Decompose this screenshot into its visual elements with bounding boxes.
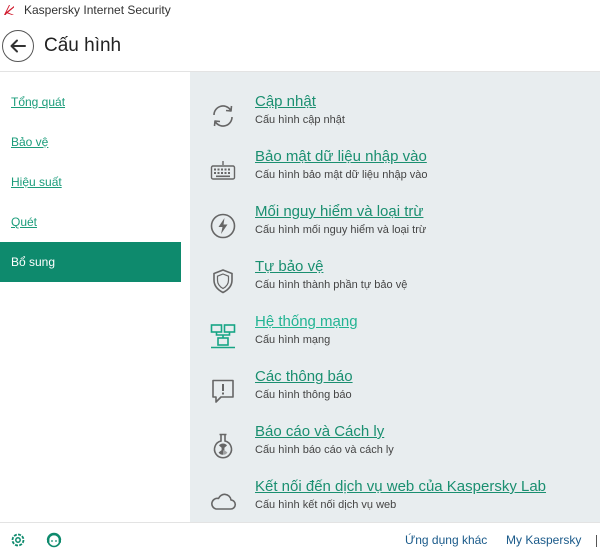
lightning-icon bbox=[210, 213, 236, 239]
footer-divider bbox=[596, 535, 597, 547]
threats-exclusions-description: Cấu hình mối nguy hiểm và loại trừ bbox=[255, 224, 427, 236]
cloud-icon bbox=[211, 493, 237, 510]
reports-quarantine-link[interactable]: Báo cáo và Cách ly bbox=[255, 423, 384, 440]
list-item-update: Cập nhật Cấu hình cập nhật bbox=[190, 90, 600, 140]
sidebar-item-performance[interactable]: Hiệu suất bbox=[0, 162, 181, 202]
my-kaspersky-link[interactable]: My Kaspersky bbox=[506, 533, 581, 547]
network-description: Cấu hình mạng bbox=[255, 334, 331, 346]
back-button[interactable] bbox=[2, 29, 34, 62]
keyboard-icon bbox=[210, 161, 236, 180]
web-services-description: Cấu hình kết nối dịch vụ web bbox=[255, 499, 397, 511]
network-icon bbox=[210, 324, 236, 349]
threats-exclusions-link[interactable]: Mối nguy hiểm và loại trừ bbox=[255, 203, 423, 220]
page-title: Cấu hình bbox=[44, 34, 122, 56]
sidebar-item-protection[interactable]: Bảo vệ bbox=[0, 122, 181, 162]
self-defense-description: Cấu hình thành phần tự bảo vệ bbox=[255, 279, 408, 291]
settings-list: Cập nhật Cấu hình cập nhật Bảo mật dữ li… bbox=[190, 72, 600, 522]
arrow-left-icon bbox=[10, 39, 26, 52]
refresh-icon bbox=[213, 105, 233, 127]
update-link[interactable]: Cập nhật bbox=[255, 93, 316, 110]
flask-icon bbox=[213, 433, 233, 459]
footer: Ứng dụng khác My Kaspersky bbox=[0, 522, 600, 553]
network-link[interactable]: Hệ thống mạng bbox=[255, 313, 358, 330]
list-item-notifications: Các thông báo Cấu hình thông báo bbox=[190, 365, 600, 415]
list-item-self-defense: Tự bảo vệ Cấu hình thành phần tự bảo vệ bbox=[190, 255, 600, 305]
title-bar: Kaspersky Internet Security bbox=[0, 0, 600, 20]
kaspersky-logo-icon bbox=[4, 5, 14, 15]
notification-icon bbox=[212, 379, 234, 403]
input-security-description: Cấu hình bảo mật dữ liệu nhập vào bbox=[255, 169, 428, 181]
app-title: Kaspersky Internet Security bbox=[24, 3, 171, 17]
reports-quarantine-description: Cấu hình báo cáo và cách ly bbox=[255, 444, 394, 456]
support-icon[interactable] bbox=[45, 531, 63, 549]
sidebar-item-additional[interactable]: Bổ sung bbox=[0, 242, 181, 282]
shield-icon bbox=[213, 269, 233, 294]
list-item-reports-quarantine: Báo cáo và Cách ly Cấu hình báo cáo và c… bbox=[190, 420, 600, 470]
sidebar-item-scan[interactable]: Quét bbox=[0, 202, 181, 242]
update-description: Cấu hình cập nhật bbox=[255, 114, 345, 126]
page-header: Cấu hình bbox=[0, 20, 600, 72]
list-item-web-services: Kết nối đến dịch vụ web của Kaspersky La… bbox=[190, 475, 600, 525]
self-defense-link[interactable]: Tự bảo vệ bbox=[255, 258, 323, 275]
web-services-link[interactable]: Kết nối đến dịch vụ web của Kaspersky La… bbox=[255, 478, 546, 495]
list-item-threats-exclusions: Mối nguy hiểm và loại trừ Cấu hình mối n… bbox=[190, 200, 600, 250]
notifications-link[interactable]: Các thông báo bbox=[255, 368, 353, 385]
other-apps-link[interactable]: Ứng dụng khác bbox=[405, 533, 487, 547]
list-item-input-security: Bảo mật dữ liệu nhập vào Cấu hình bảo mậ… bbox=[190, 145, 600, 195]
input-security-link[interactable]: Bảo mật dữ liệu nhập vào bbox=[255, 148, 427, 165]
gear-icon[interactable] bbox=[9, 531, 27, 549]
sidebar: Tổng quát Bảo vệ Hiệu suất Quét Bổ sung bbox=[0, 72, 190, 522]
list-item-network: Hệ thống mạng Cấu hình mạng bbox=[190, 310, 600, 360]
sidebar-item-general[interactable]: Tổng quát bbox=[0, 82, 181, 122]
notifications-description: Cấu hình thông báo bbox=[255, 389, 352, 401]
